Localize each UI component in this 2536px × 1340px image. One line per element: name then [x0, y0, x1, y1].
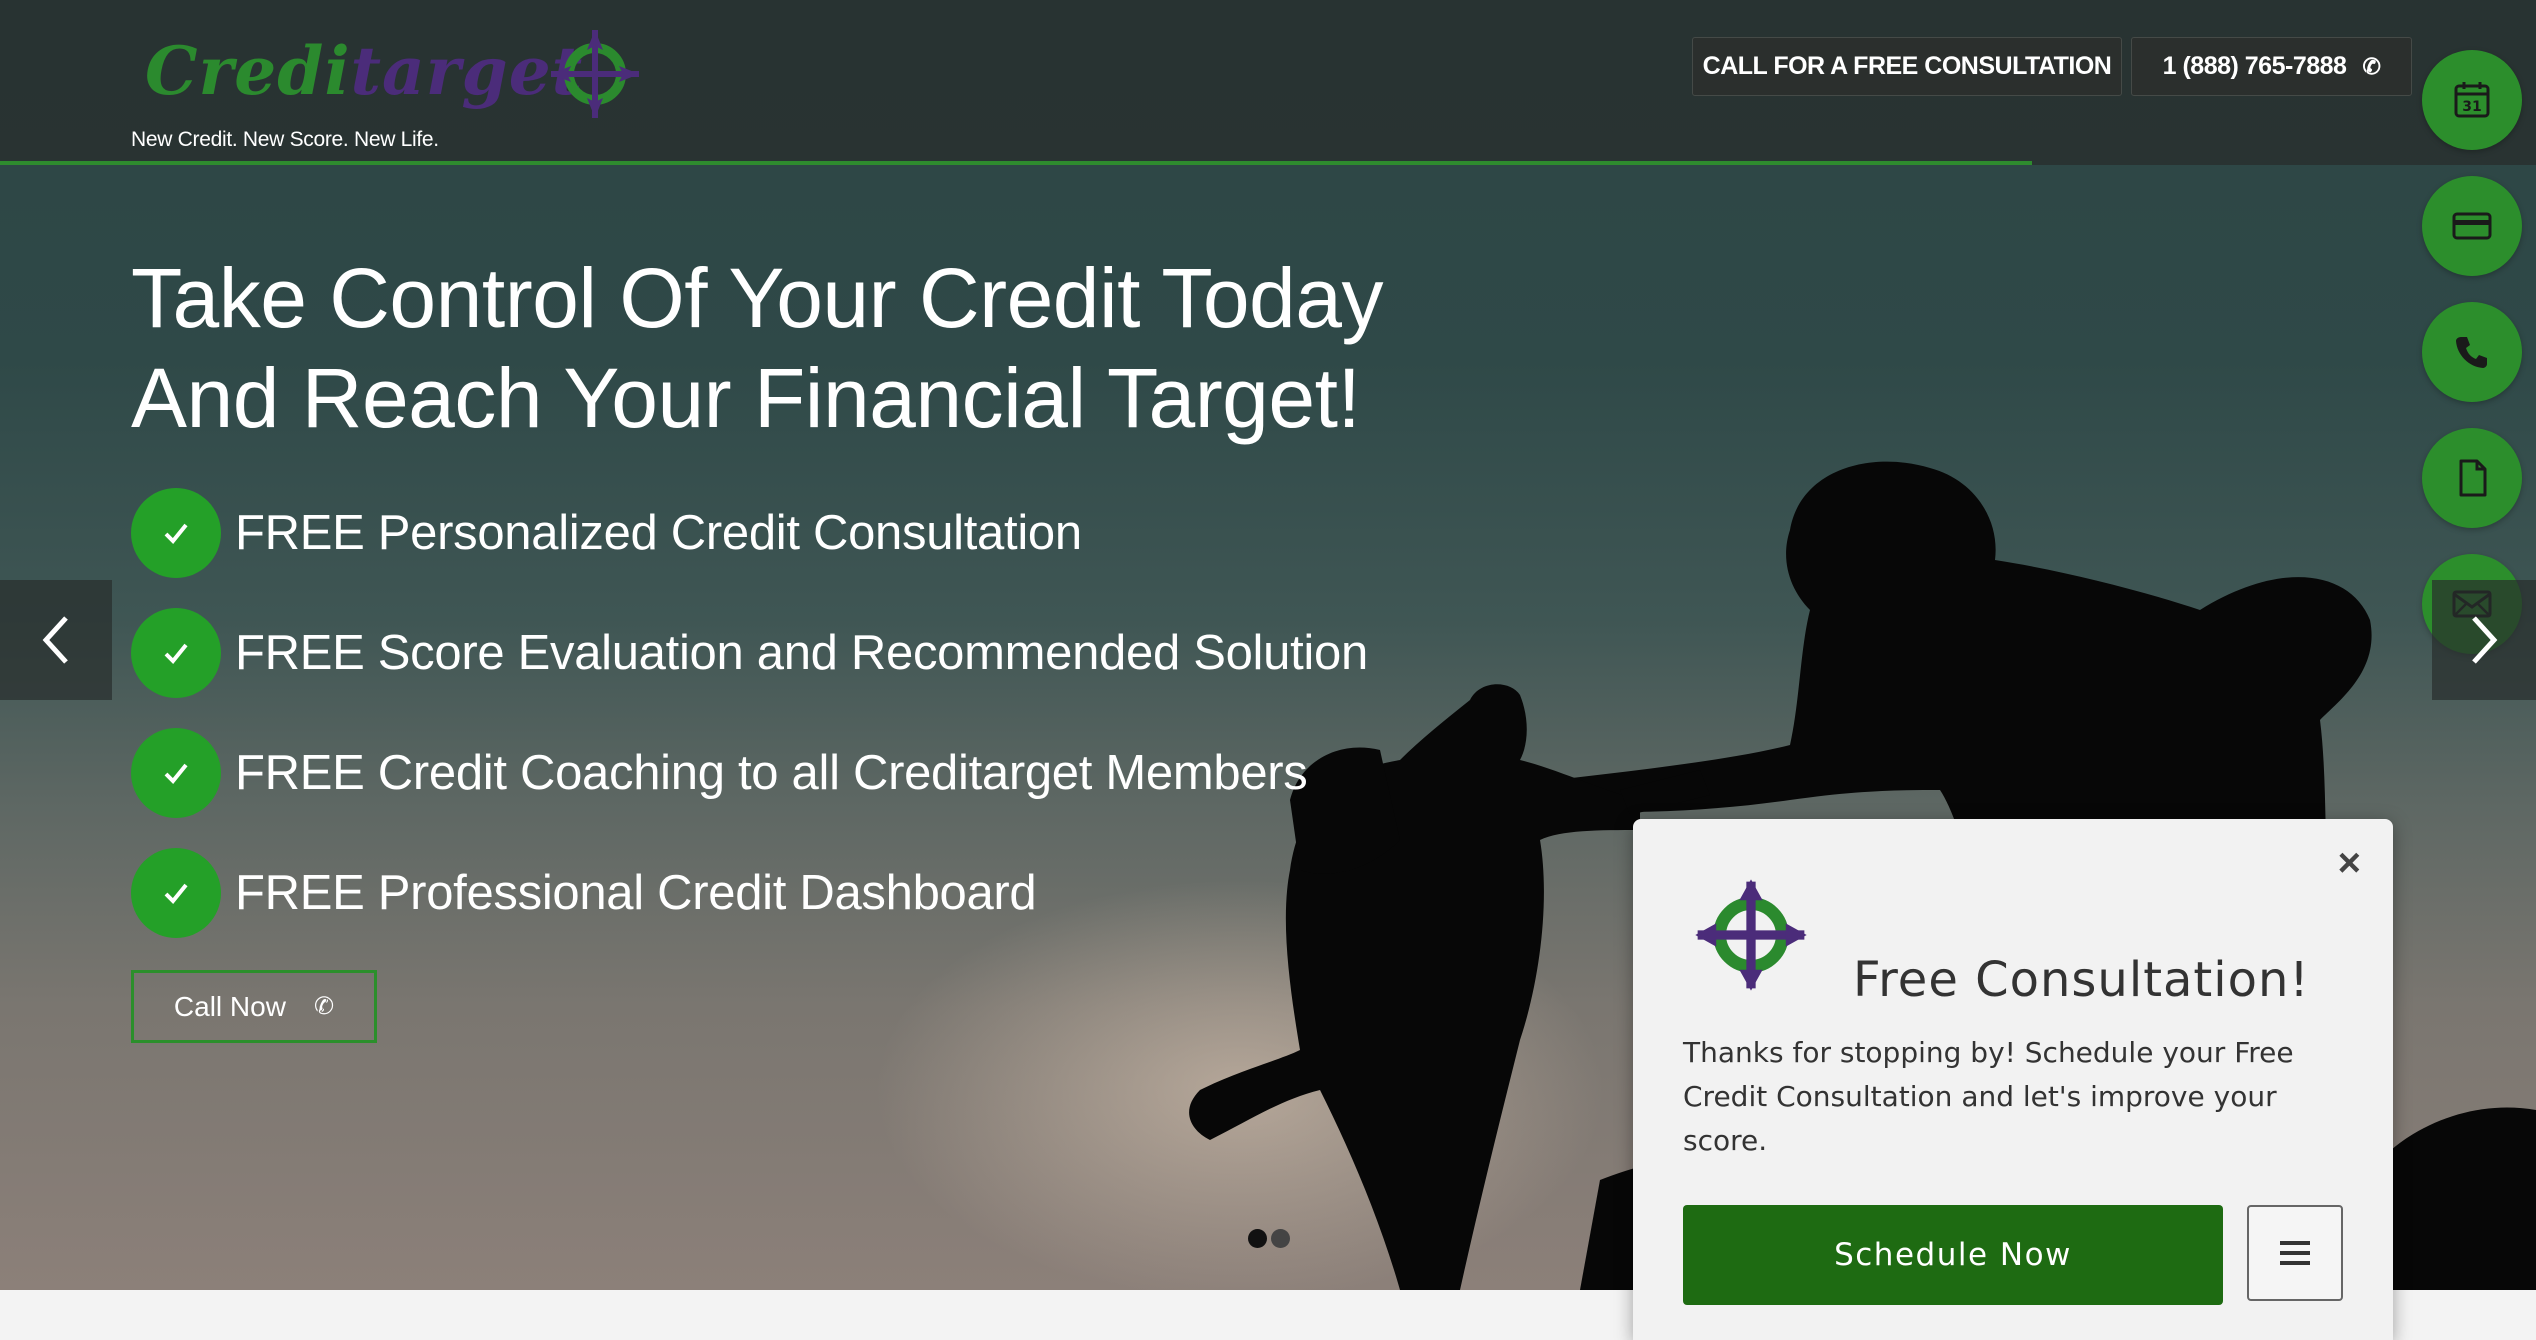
- credit-card-icon: [2452, 212, 2492, 240]
- feature-text: FREE Personalized Credit Consultation: [235, 506, 1082, 560]
- schedule-calendar-button[interactable]: 31: [2422, 50, 2522, 150]
- header-divider: [0, 161, 2032, 165]
- schedule-now-label: Schedule Now: [1834, 1237, 2072, 1273]
- free-consultation-popup: × Free Consultation! Thanks for stopping…: [1633, 819, 2393, 1340]
- slider-next-button[interactable]: [2432, 580, 2536, 700]
- feature-text: FREE Professional Credit Dashboard: [235, 866, 1037, 920]
- feature-text: FREE Score Evaluation and Recommended So…: [235, 626, 1368, 680]
- calendar-icon: 31: [2454, 82, 2490, 118]
- close-icon[interactable]: ×: [2338, 843, 2361, 883]
- chevron-left-icon: [42, 616, 68, 664]
- chevron-right-icon: [2472, 616, 2498, 664]
- document-button[interactable]: [2422, 428, 2522, 528]
- slider-pagination: [1248, 1229, 1294, 1248]
- check-circle-icon: [131, 488, 221, 578]
- calendar-day-label: 31: [2462, 99, 2481, 115]
- phone-icon: ✆: [2362, 53, 2381, 79]
- crosshair-logo-icon: [1695, 879, 1807, 991]
- phone-number-button[interactable]: 1 (888) 765-7888 ✆: [2131, 37, 2412, 96]
- popup-title: Free Consultation!: [1853, 952, 2310, 1008]
- phone-icon: [2456, 337, 2487, 368]
- hero-headline-line1: Take Control Of Your Credit Today: [131, 251, 1384, 345]
- feature-text: FREE Credit Coaching to all Creditarget …: [235, 746, 1308, 800]
- call-now-button[interactable]: Call Now ✆: [131, 970, 377, 1043]
- check-circle-icon: [131, 728, 221, 818]
- document-icon: [2459, 459, 2487, 497]
- crosshair-logo-icon: [551, 30, 639, 118]
- logo-part-credit: Credi: [145, 32, 351, 110]
- feature-item: FREE Professional Credit Dashboard: [131, 848, 1368, 938]
- slider-prev-button[interactable]: [0, 580, 112, 700]
- free-consultation-button[interactable]: CALL FOR A FREE CONSULTATION: [1692, 37, 2122, 96]
- hamburger-menu-icon: [2280, 1241, 2310, 1265]
- creditarget-logo[interactable]: Creditarget: [145, 18, 665, 128]
- slide-dot-active[interactable]: [1248, 1229, 1267, 1248]
- popup-message: Thanks for stopping by! Schedule your Fr…: [1683, 1036, 2294, 1157]
- check-circle-icon: [131, 848, 221, 938]
- hero-headline: Take Control Of Your Credit Today And Re…: [131, 248, 1531, 448]
- site-header: Creditarget New Credit. New Score. New L…: [0, 0, 2536, 165]
- feature-item: FREE Score Evaluation and Recommended So…: [131, 608, 1368, 698]
- payment-button[interactable]: [2422, 176, 2522, 276]
- feature-item: FREE Personalized Credit Consultation: [131, 488, 1368, 578]
- site-tagline: New Credit. New Score. New Life.: [131, 128, 439, 151]
- phone-number-label: 1 (888) 765-7888: [2162, 52, 2347, 80]
- call-now-label: Call Now: [173, 990, 286, 1022]
- call-button[interactable]: [2422, 302, 2522, 402]
- free-consultation-label: CALL FOR A FREE CONSULTATION: [1702, 52, 2112, 80]
- logo-wordmark: Creditarget: [145, 32, 583, 110]
- hero-headline-line2: And Reach Your Financial Target!: [131, 351, 1361, 445]
- phone-icon: ✆: [313, 993, 335, 1020]
- popup-menu-button[interactable]: [2247, 1205, 2343, 1301]
- check-circle-icon: [131, 608, 221, 698]
- feature-item: FREE Credit Coaching to all Creditarget …: [131, 728, 1368, 818]
- slide-dot[interactable]: [1271, 1229, 1290, 1248]
- schedule-now-button[interactable]: Schedule Now: [1683, 1205, 2223, 1305]
- feature-list: FREE Personalized Credit Consultation FR…: [131, 488, 1368, 968]
